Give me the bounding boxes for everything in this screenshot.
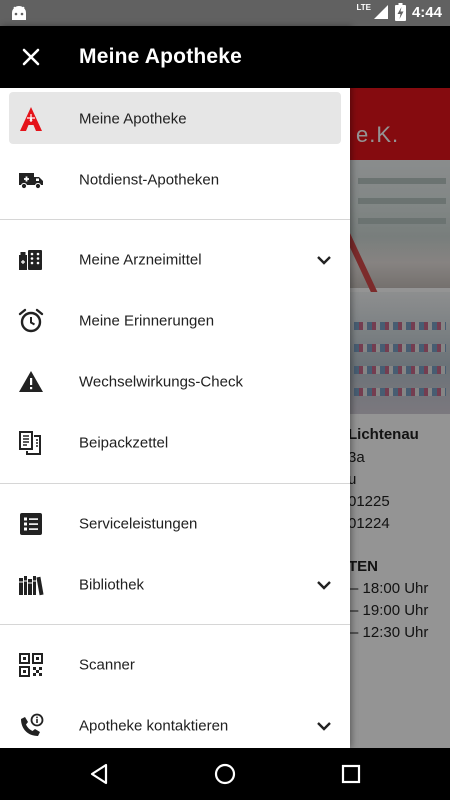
system-nav-bar — [0, 748, 450, 800]
menu-item-label: Apotheke kontaktieren — [79, 717, 229, 734]
menu-item-apotheke-kontaktieren[interactable]: Apotheke kontaktieren — [0, 695, 350, 748]
menu-item-label: Notdienst-Apotheken — [79, 171, 220, 188]
battery-charging-icon — [394, 3, 406, 21]
back-icon[interactable] — [87, 762, 111, 786]
drawer-header: Meine Apotheke — [0, 26, 350, 88]
warning-icon — [18, 369, 44, 395]
divider — [0, 483, 350, 484]
menu-item-wechselwirkungs-check[interactable]: Wechselwirkungs-Check — [0, 351, 350, 412]
menu-item-label: Bibliothek — [79, 576, 145, 593]
drawer-title: Meine Apotheke — [79, 45, 243, 68]
clock: 4:44 — [411, 3, 442, 21]
menu-item-meine-apotheke[interactable]: Meine Apotheke — [0, 88, 350, 149]
menu-item-notdienst-apotheken[interactable]: Notdienst-Apotheken — [0, 149, 350, 210]
menu-item-scanner[interactable]: Scanner — [0, 634, 350, 695]
menu-item-label: Meine Erinnerungen — [79, 312, 215, 329]
home-icon[interactable] — [213, 762, 237, 786]
menu-item-label: Wechselwirkungs-Check — [79, 373, 243, 390]
menu-item-label: Scanner — [79, 656, 135, 673]
menu-item-label: Meine Apotheke — [79, 110, 187, 127]
menu-item-beipackzettel[interactable]: Beipackzettel — [0, 412, 350, 473]
library-icon — [18, 572, 44, 598]
menu-item-meine-arzneimittel[interactable]: Meine Arzneimittel — [0, 229, 350, 290]
chevron-down-icon[interactable] — [316, 720, 332, 732]
android-debug-icon — [12, 6, 26, 20]
leaflet-icon — [18, 430, 44, 456]
network-type: LTE — [356, 2, 371, 12]
menu-item-meine-erinnerungen[interactable]: Meine Erinnerungen — [0, 290, 350, 351]
alarm-clock-icon — [18, 308, 44, 334]
menu-item-label: Beipackzettel — [79, 434, 169, 451]
divider — [0, 219, 350, 220]
qr-code-icon — [18, 652, 44, 678]
signal-icon — [373, 5, 388, 19]
menu-item-label: Meine Arzneimittel — [79, 251, 202, 268]
phone-info-icon — [18, 713, 44, 739]
ambulance-icon — [18, 167, 44, 193]
chevron-down-icon[interactable] — [316, 254, 332, 266]
menu-item-bibliothek[interactable]: Bibliothek — [0, 554, 350, 615]
service-list-icon — [18, 511, 44, 537]
status-bar: LTE 4:44 — [0, 0, 450, 26]
navigation-drawer: Meine Apotheke Meine Apotheke Notdienst-… — [0, 26, 350, 748]
menu-item-serviceleistungen[interactable]: Serviceleistungen — [0, 493, 350, 554]
divider — [0, 624, 350, 625]
medicine-icon — [18, 247, 44, 273]
menu-item-label: Serviceleistungen — [79, 515, 198, 532]
close-icon[interactable] — [18, 44, 44, 70]
recents-icon[interactable] — [339, 762, 363, 786]
apotheke-logo-icon — [18, 106, 44, 132]
chevron-down-icon[interactable] — [316, 579, 332, 591]
